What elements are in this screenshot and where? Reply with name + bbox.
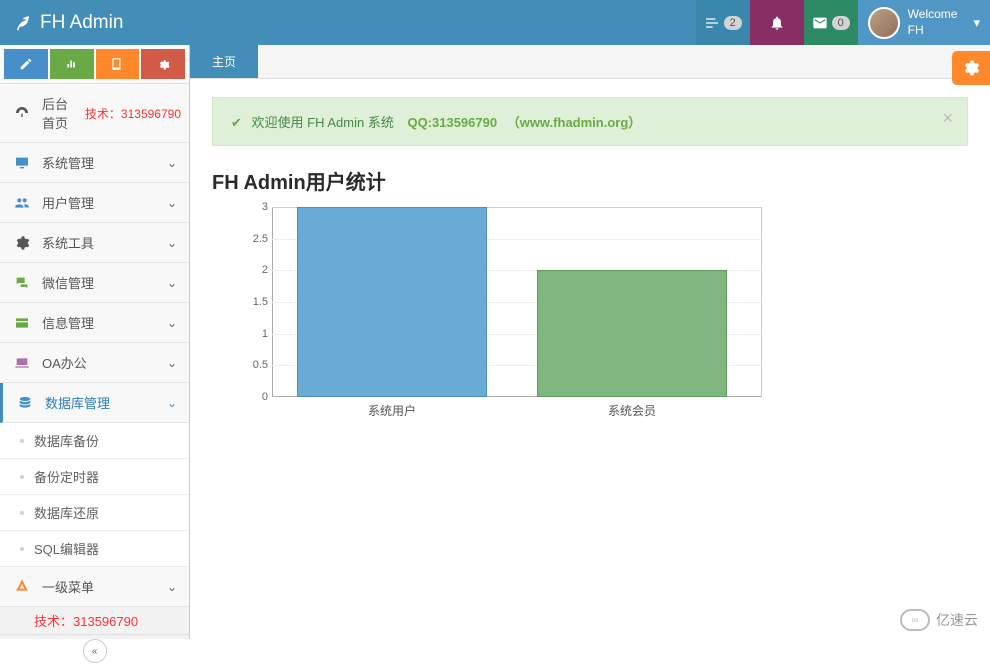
tech-bottom: 技术：313596790: [0, 607, 189, 634]
user-stats-chart: 00.511.522.53系统用户系统会员: [242, 207, 762, 427]
notifications-button[interactable]: [750, 0, 804, 45]
envelope-icon: [812, 15, 828, 31]
dashboard-icon: [12, 105, 32, 121]
chevron-down-icon: ⌄: [167, 196, 177, 210]
users-icon: [12, 195, 32, 211]
sidebar: 后台首页 技术：313596790 系统管理 ⌄ 用户管理 ⌄ 系统工具 ⌄ 微…: [0, 45, 190, 639]
avatar: [868, 7, 900, 39]
submenu-restore[interactable]: 数据库还原: [0, 495, 189, 531]
chevron-down-icon: ⌄: [167, 316, 177, 330]
watermark-text: 亿速云: [936, 610, 978, 630]
chevron-down-icon: ⌄: [167, 580, 177, 594]
chart-bar[interactable]: [537, 270, 727, 397]
submenu-backup[interactable]: 数据库备份: [0, 423, 189, 459]
sidebar-item-level1[interactable]: 一级菜单 ⌄: [0, 567, 189, 607]
comments-icon: [12, 275, 32, 291]
brand-text: FH Admin: [40, 12, 123, 34]
alert-qq: QQ:313596790: [407, 115, 497, 130]
card-icon: [12, 315, 32, 331]
gear-icon: [12, 235, 32, 251]
gear-icon: [962, 59, 980, 77]
close-icon[interactable]: ×: [942, 108, 953, 129]
tabs: 主页: [190, 45, 990, 79]
cloud-icon: ∞: [900, 609, 930, 631]
book-icon: [110, 57, 124, 71]
shortcut-stats[interactable]: [50, 49, 94, 79]
chart-title: FH Admin用户统计: [212, 166, 968, 195]
chart-bar[interactable]: [297, 207, 487, 397]
check-icon: ✔: [231, 115, 242, 130]
cogs-icon: [156, 57, 170, 71]
tasks-button[interactable]: 2: [696, 0, 750, 45]
sidebar-item-tools[interactable]: 系统工具 ⌄: [0, 223, 189, 263]
submenu-timer[interactable]: 备份定时器: [0, 459, 189, 495]
sidebar-item-info[interactable]: 信息管理 ⌄: [0, 303, 189, 343]
desktop-icon: [12, 155, 32, 171]
leaf-icon: [14, 14, 32, 32]
chart-xtick: 系统会员: [537, 402, 727, 419]
submenu-sqleditor[interactable]: SQL编辑器: [0, 531, 189, 567]
watermark: ∞ 亿速云: [900, 609, 978, 631]
main-content: 主页 ✔ 欢迎使用 FH Admin 系统 QQ:313596790 （www.…: [190, 45, 990, 639]
user-menu[interactable]: Welcome FH ▾: [858, 0, 990, 45]
chevron-down-icon: ⌄: [167, 276, 177, 290]
mail-badge: 0: [832, 16, 850, 30]
sidebar-item-oa[interactable]: OA办公 ⌄: [0, 343, 189, 383]
alert-text: 欢迎使用 FH Admin 系统: [252, 115, 394, 130]
database-submenu: 数据库备份 备份定时器 数据库还原 SQL编辑器: [0, 423, 189, 567]
chevron-down-icon: ⌄: [167, 396, 177, 410]
caret-down-icon: ▾: [973, 15, 980, 31]
top-header: FH Admin 2 0 Welcome FH ▾: [0, 0, 990, 45]
shortcut-settings[interactable]: [141, 49, 185, 79]
alert-link[interactable]: （www.fhadmin.org）: [507, 115, 642, 130]
brand[interactable]: FH Admin: [0, 12, 137, 34]
shortcuts: [0, 45, 189, 84]
tech-inline: 技术：313596790: [85, 105, 181, 122]
collapse-button[interactable]: «: [83, 639, 107, 663]
database-icon: [15, 395, 35, 411]
mail-button[interactable]: 0: [804, 0, 858, 45]
welcome-label: Welcome: [908, 7, 958, 23]
level1-icon: [12, 579, 32, 595]
shortcut-book[interactable]: [96, 49, 140, 79]
chevron-down-icon: ⌄: [167, 156, 177, 170]
sidebar-item-home[interactable]: 后台首页 技术：313596790: [0, 84, 189, 143]
tasks-badge: 2: [724, 16, 742, 30]
user-text: Welcome FH: [908, 7, 958, 38]
pencil-icon: [19, 57, 33, 71]
laptop-icon: [12, 355, 32, 371]
sidebar-item-system[interactable]: 系统管理 ⌄: [0, 143, 189, 183]
welcome-alert: ✔ 欢迎使用 FH Admin 系统 QQ:313596790 （www.fha…: [212, 97, 968, 146]
tasks-icon: [704, 15, 720, 31]
settings-button[interactable]: [952, 51, 990, 85]
tab-home[interactable]: 主页: [190, 45, 258, 78]
bell-icon: [769, 15, 785, 31]
username: FH: [908, 23, 958, 39]
shortcut-edit[interactable]: [4, 49, 48, 79]
chevron-down-icon: ⌄: [167, 356, 177, 370]
sidebar-item-database[interactable]: 数据库管理 ⌄: [0, 383, 189, 423]
chevron-down-icon: ⌄: [167, 236, 177, 250]
signal-icon: [65, 57, 79, 71]
sidebar-item-users[interactable]: 用户管理 ⌄: [0, 183, 189, 223]
home-label: 后台首页: [42, 94, 75, 132]
sidebar-item-wechat[interactable]: 微信管理 ⌄: [0, 263, 189, 303]
chart-xtick: 系统用户: [297, 402, 487, 419]
